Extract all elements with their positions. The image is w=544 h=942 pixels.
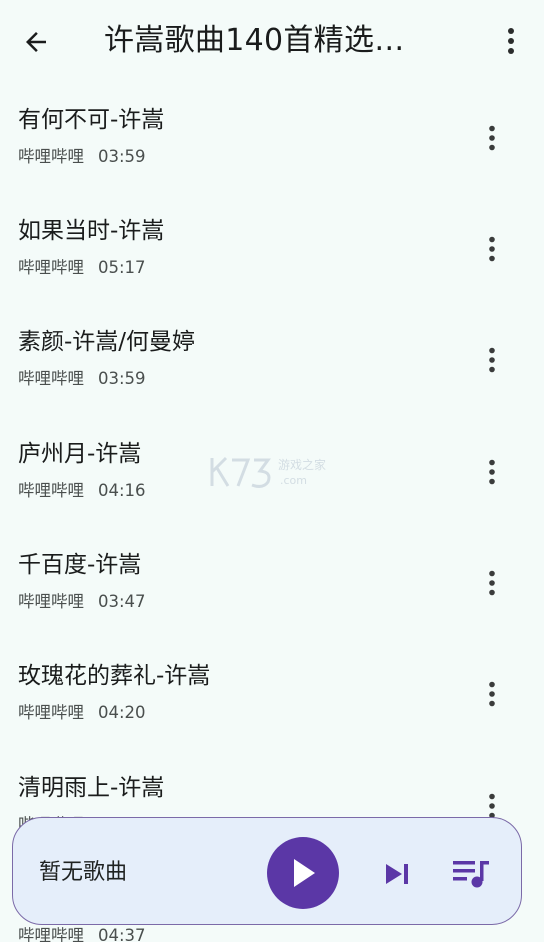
song-item[interactable]: 如果当时-许嵩 哔哩哔哩 05:17 (0, 193, 544, 305)
more-vert-icon (489, 570, 495, 596)
svg-text:.com: .com (280, 474, 307, 487)
song-duration: 03:59 (98, 147, 146, 166)
song-more-button[interactable] (474, 340, 510, 380)
song-more-button[interactable] (474, 229, 510, 269)
watermark-logo: 游戏之家 .com (208, 452, 338, 492)
song-item[interactable]: 千百度-许嵩 哔哩哔哩 03:47 (0, 527, 544, 639)
song-meta: 哔哩哔哩 04:20 (18, 702, 146, 724)
song-source: 哔哩哔哩 (18, 926, 84, 942)
song-source: 哔哩哔哩 (18, 703, 84, 722)
arrow-left-icon (26, 32, 46, 52)
song-meta: 哔哩哔哩 05:17 (18, 257, 146, 279)
mini-player: 暂无歌曲 (12, 817, 522, 925)
song-meta: 哔哩哔哩 03:59 (18, 146, 146, 168)
song-title: 素颜-许嵩/何曼婷 (18, 329, 196, 355)
song-item[interactable]: 素颜-许嵩/何曼婷 哔哩哔哩 03:59 (0, 304, 544, 416)
song-more-button[interactable] (474, 563, 510, 603)
song-duration: 05:17 (98, 258, 146, 277)
song-source: 哔哩哔哩 (18, 147, 84, 166)
song-title: 有何不可-许嵩 (18, 107, 165, 133)
back-button[interactable] (14, 22, 58, 62)
song-source: 哔哩哔哩 (18, 369, 84, 388)
song-more-button[interactable] (474, 118, 510, 158)
more-vert-icon (508, 28, 514, 54)
song-meta: 哔哩哔哩 03:47 (18, 591, 146, 613)
song-title: 千百度-许嵩 (18, 552, 142, 578)
song-meta: 哔哩哔哩 03:59 (18, 368, 146, 390)
song-duration: 03:47 (98, 592, 146, 611)
queue-music-icon (453, 861, 489, 888)
song-more-button[interactable] (474, 674, 510, 714)
song-source: 哔哩哔哩 (18, 481, 84, 500)
song-title: 清明雨上-许嵩 (18, 775, 165, 801)
queue-button[interactable] (449, 852, 493, 896)
song-more-button[interactable] (474, 452, 510, 492)
song-title: 玫瑰花的葬礼-许嵩 (18, 663, 211, 689)
song-list[interactable]: 有何不可-许嵩 哔哩哔哩 03:59 如果当时-许嵩 哔哩哔哩 05:17 素颜-许… (0, 82, 544, 942)
song-duration: 04:37 (98, 926, 146, 942)
more-vert-icon (489, 347, 495, 373)
page-title: 许嵩歌曲140首精选… (104, 23, 405, 58)
more-vert-icon (489, 236, 495, 262)
song-duration: 04:16 (98, 481, 146, 500)
app-root: 许嵩歌曲140首精选… 有何不可-许嵩 哔哩哔哩 03:59 如果当时-许嵩 哔哩… (0, 0, 544, 942)
song-source: 哔哩哔哩 (18, 592, 84, 611)
song-source: 哔哩哔哩 (18, 258, 84, 277)
more-vert-icon (489, 681, 495, 707)
song-title: 庐州月-许嵩 (18, 441, 142, 467)
top-app-bar: 许嵩歌曲140首精选… (0, 0, 544, 82)
song-item[interactable]: 有何不可-许嵩 哔哩哔哩 03:59 (0, 82, 544, 194)
song-meta: 哔哩哔哩 04:16 (18, 480, 146, 502)
more-vert-icon (489, 459, 495, 485)
song-item[interactable]: 玫瑰花的葬礼-许嵩 哔哩哔哩 04:20 (0, 638, 544, 750)
overflow-menu-button[interactable] (494, 20, 528, 62)
play-icon (294, 859, 315, 887)
song-duration: 04:20 (98, 703, 146, 722)
svg-text:游戏之家: 游戏之家 (278, 457, 326, 472)
song-meta: 哔哩哔哩 04:37 (18, 925, 146, 942)
song-duration: 03:59 (98, 369, 146, 388)
skip-next-button[interactable] (377, 854, 417, 894)
play-button[interactable] (267, 837, 339, 909)
skip-next-icon (386, 864, 408, 884)
song-title: 如果当时-许嵩 (18, 218, 165, 244)
now-playing-label: 暂无歌曲 (39, 860, 128, 885)
more-vert-icon (489, 793, 495, 819)
more-vert-icon (489, 125, 495, 151)
